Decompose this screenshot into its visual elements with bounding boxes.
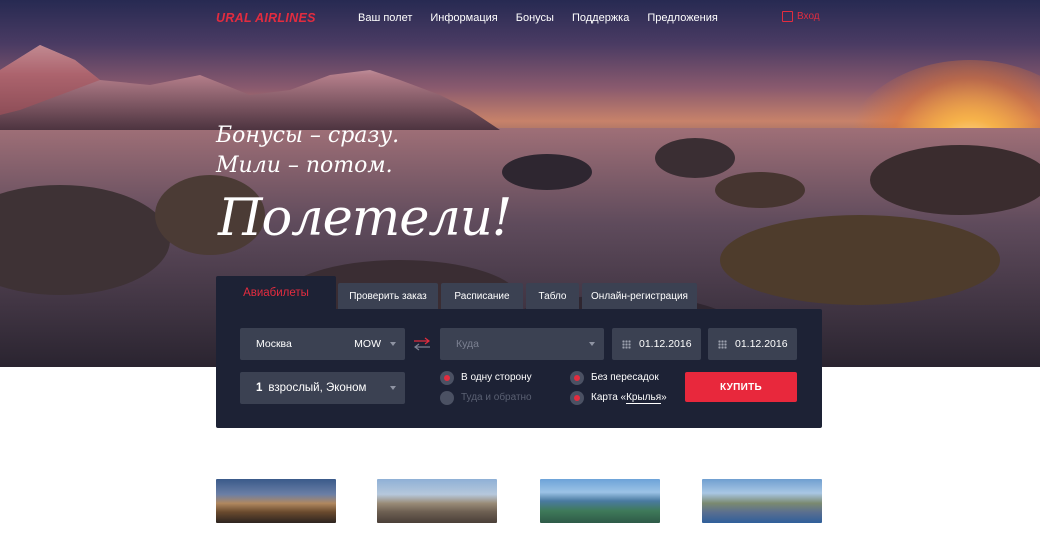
destination-card-resort[interactable] — [540, 479, 660, 523]
main-nav: Ваш полет Информация Бонусы Поддержка Пр… — [358, 12, 718, 24]
slogan-line-2: Мили – потом. — [216, 153, 393, 178]
chevron-down-icon — [390, 342, 396, 346]
card-prefix: Карта « — [591, 392, 627, 403]
swap-direction-icon[interactable] — [410, 337, 434, 351]
login-icon — [782, 11, 793, 22]
tab-online-checkin[interactable]: Онлайн-регистрация — [582, 283, 697, 310]
passengers-field[interactable]: 1 взрослый, Эконом — [240, 372, 405, 404]
buy-button[interactable]: КУПИТЬ — [685, 372, 797, 402]
from-field[interactable]: Москва MOW — [240, 328, 405, 360]
nav-item-support[interactable]: Поддержка — [572, 12, 629, 24]
chevron-down-icon — [390, 386, 396, 390]
passengers-label: взрослый, Эконом — [268, 382, 367, 394]
login-label: Вход — [797, 11, 820, 22]
tab-schedule[interactable]: Расписание — [441, 283, 523, 310]
card-suffix: » — [661, 392, 667, 403]
tab-board[interactable]: Табло — [526, 283, 579, 310]
site-header: URAL AIRLINES Ваш полет Информация Бонус… — [0, 0, 1040, 38]
destination-card-munich[interactable] — [377, 479, 497, 523]
one-way-label[interactable]: В одну сторону — [461, 372, 532, 383]
chevron-down-icon — [589, 342, 595, 346]
tab-check-order[interactable]: Проверить заказ — [338, 283, 438, 310]
wings-card-link[interactable]: Крылья — [626, 392, 662, 404]
round-trip-label[interactable]: Туда и обратно — [461, 392, 532, 403]
round-trip-radio[interactable] — [440, 391, 454, 405]
calendar-icon — [718, 339, 727, 349]
passengers-count: 1 — [256, 382, 263, 394]
from-city: Москва — [256, 338, 292, 350]
to-field[interactable]: Куда — [440, 328, 604, 360]
from-code: MOW — [354, 338, 381, 350]
hero-slogan: Бонусы – сразу. Мили – потом. — [216, 121, 399, 181]
wings-card-checkbox[interactable] — [570, 391, 584, 405]
to-placeholder: Куда — [456, 338, 479, 350]
login-button[interactable]: Вход — [782, 11, 820, 22]
nonstop-checkbox[interactable] — [570, 371, 584, 385]
booking-panel: Москва MOW Куда 01.12.2016 01.12.2016 1 … — [216, 309, 822, 428]
slogan-line-1: Бонусы – сразу. — [216, 123, 400, 148]
calendar-icon — [622, 339, 631, 349]
depart-date-field[interactable]: 01.12.2016 — [612, 328, 701, 360]
nav-item-information[interactable]: Информация — [430, 12, 497, 24]
nav-item-bonuses[interactable]: Бонусы — [516, 12, 554, 24]
return-date-field[interactable]: 01.12.2016 — [708, 328, 797, 360]
destination-card-barcelona[interactable] — [216, 479, 336, 523]
nav-item-your-flight[interactable]: Ваш полет — [358, 12, 412, 24]
one-way-radio[interactable] — [440, 371, 454, 385]
ural-airlines-logo[interactable]: URAL AIRLINES — [216, 11, 316, 25]
hero-headline: Полетели! — [218, 189, 512, 248]
nonstop-label[interactable]: Без пересадок — [591, 372, 659, 383]
depart-date: 01.12.2016 — [639, 338, 692, 350]
return-date: 01.12.2016 — [735, 338, 788, 350]
wings-card-label: Карта «Крылья» — [591, 392, 667, 404]
nav-item-offers[interactable]: Предложения — [647, 12, 718, 24]
destination-card-coast[interactable] — [702, 479, 822, 523]
tab-tickets[interactable]: Авиабилеты — [216, 276, 336, 310]
